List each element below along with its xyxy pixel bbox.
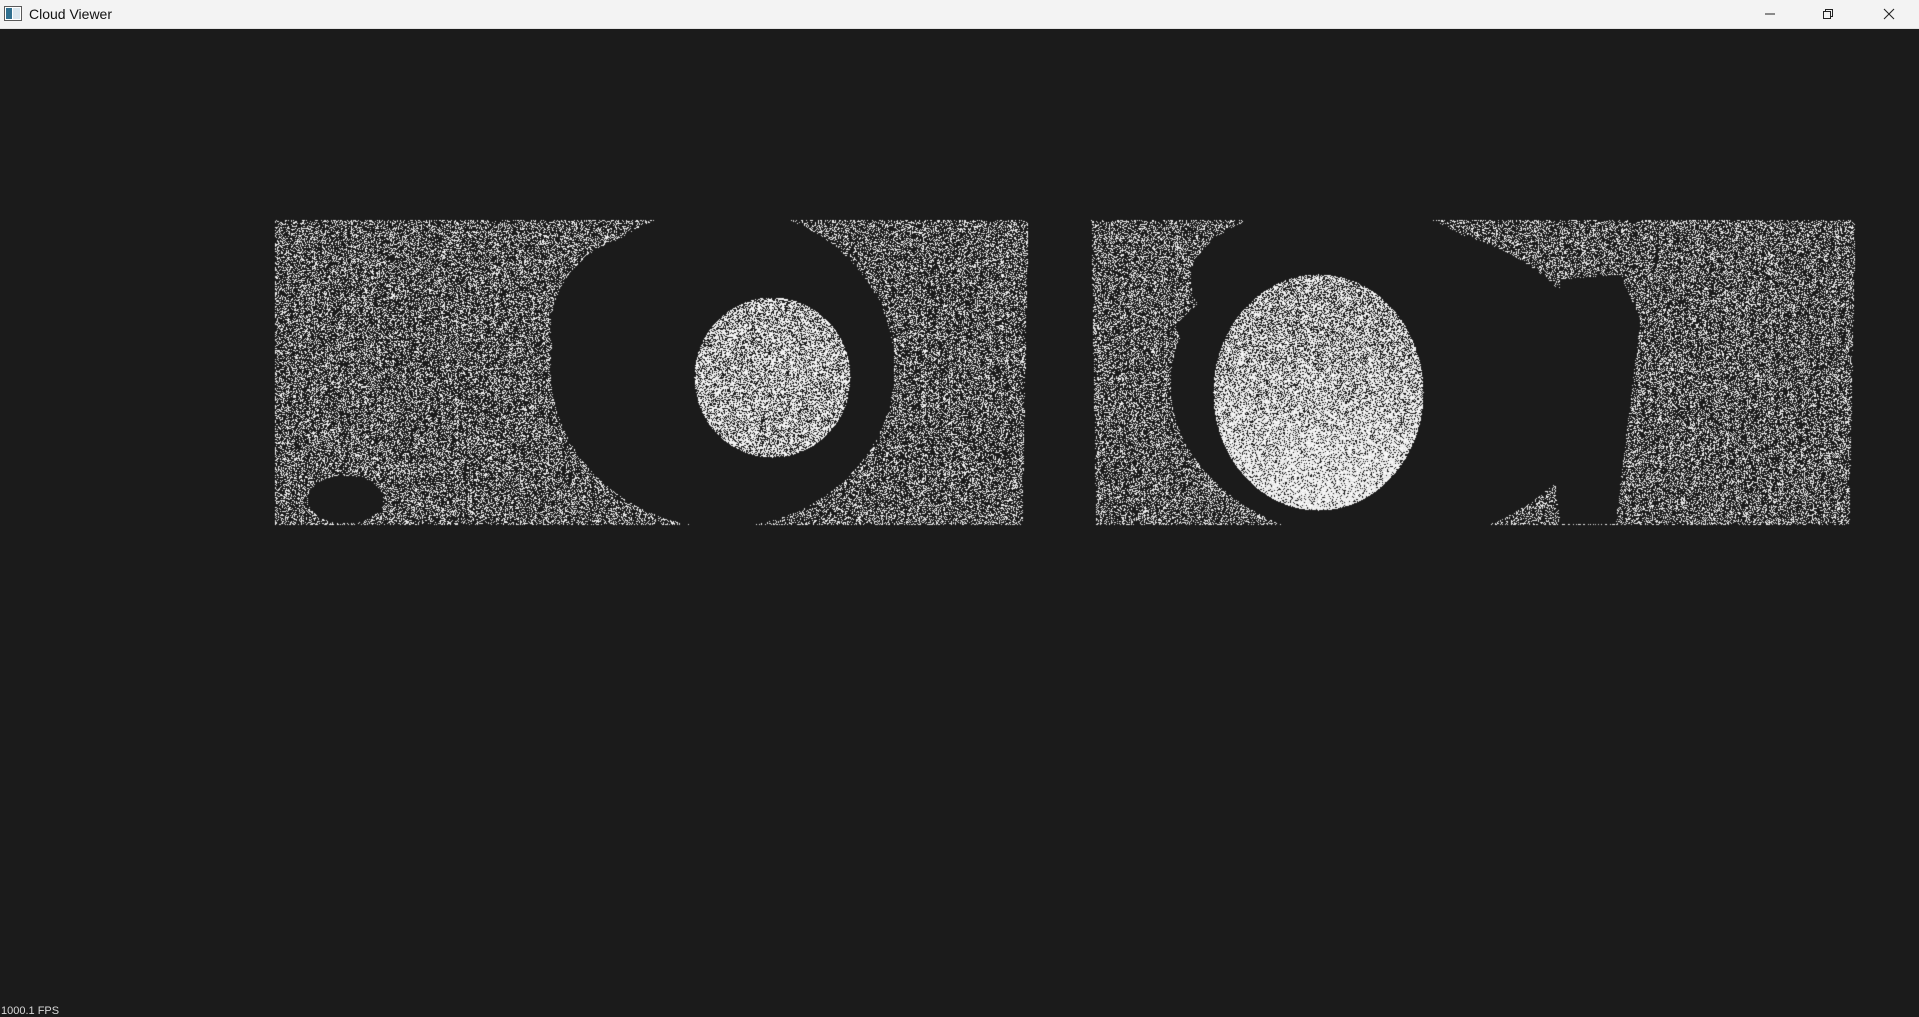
window-title: Cloud Viewer bbox=[29, 6, 113, 22]
close-icon bbox=[1883, 8, 1895, 20]
cloud-viewer-window: Cloud Viewer 1000.1 FPS bbox=[0, 0, 1919, 1017]
title-bar[interactable]: Cloud Viewer bbox=[0, 0, 1919, 29]
app-window-icon bbox=[4, 6, 22, 21]
point-cloud-canvas[interactable] bbox=[0, 29, 1919, 1017]
fps-counter: 1000.1 FPS bbox=[1, 1005, 60, 1017]
close-button[interactable] bbox=[1858, 0, 1919, 28]
minimize-button[interactable] bbox=[1741, 0, 1799, 28]
minimize-icon bbox=[1764, 8, 1776, 20]
point-cloud-viewport[interactable] bbox=[0, 29, 1919, 1017]
restore-icon bbox=[1822, 8, 1834, 20]
restore-button[interactable] bbox=[1799, 0, 1857, 28]
